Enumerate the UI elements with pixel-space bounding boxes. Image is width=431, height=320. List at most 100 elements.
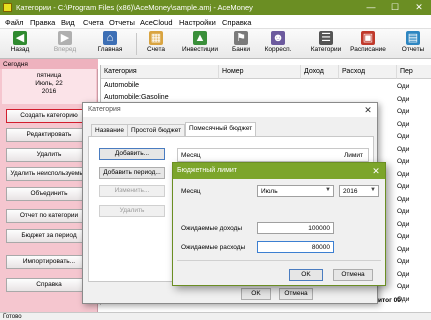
period-cell: Оди <box>397 245 410 253</box>
period-cell: Оди <box>397 258 410 265</box>
menu-help[interactable]: Справка <box>222 18 251 27</box>
period-cell: Оди <box>397 208 410 215</box>
bank-icon: ⚑ <box>234 31 248 45</box>
title-bar: Категории - C:\Program Files (x86)\AceMo… <box>0 0 431 15</box>
expected-income-field[interactable]: 100000 <box>257 222 334 234</box>
delete-category-button[interactable]: Удалить <box>6 148 92 162</box>
period-budget-button[interactable]: Бюджет за период <box>6 229 92 243</box>
table-row[interactable]: Automobile <box>101 82 431 93</box>
budget-grid-header: Месяц Лимит <box>177 148 369 162</box>
cancel-button[interactable]: Отмена <box>279 288 313 300</box>
accounts-icon: ▦ <box>149 31 163 45</box>
categories-icon: ☰ <box>319 31 333 45</box>
minimize-icon[interactable]: — <box>359 0 383 15</box>
back-arrow-icon: ◀ <box>13 31 27 45</box>
period-cell: Оди <box>397 83 410 90</box>
close-icon[interactable]: ✕ <box>369 164 383 178</box>
add-button[interactable]: Добавить... <box>99 148 165 160</box>
categories-button[interactable]: ☰ Категории <box>308 30 344 58</box>
today-header: Сегодня <box>0 59 98 69</box>
close-icon[interactable]: ✕ <box>407 0 431 15</box>
chevron-down-icon: ▼ <box>370 187 376 193</box>
col-period[interactable]: Пер <box>397 65 431 79</box>
category-report-button[interactable]: Отчет по категории <box>6 209 92 223</box>
ok-button[interactable]: OK <box>289 269 323 281</box>
merge-button[interactable]: Объединить <box>6 187 92 201</box>
menu-file[interactable]: Файл <box>5 18 23 27</box>
grid-limit-header: Лимит <box>344 152 363 159</box>
menu-edit[interactable]: Правка <box>30 18 55 27</box>
delete-unused-button[interactable]: Удалить неиспользуемые <box>6 167 92 181</box>
period-cell: Оди <box>397 233 410 240</box>
import-button[interactable]: Импортировать... <box>6 255 92 269</box>
banks-button[interactable]: ⚑ Банки <box>228 30 254 58</box>
period-cell: Оди <box>397 145 410 153</box>
dialog-title: Категория <box>83 103 377 117</box>
period-cell: Оди <box>397 195 410 203</box>
budget-limit-dialog: Бюджетный лимит ✕ Месяц Июль ▼ 2016 ▼ Ож… <box>172 162 386 286</box>
month-select[interactable]: Июль ▼ <box>257 185 334 197</box>
period-cell: Оди <box>397 270 410 278</box>
app-icon <box>3 3 12 12</box>
period-cell: Оди <box>397 120 410 128</box>
total-readout: итог 00 <box>378 297 401 304</box>
payees-icon: ☻ <box>271 31 285 45</box>
menu-bar: Файл Правка Вид Счета Отчеты AceCloud На… <box>0 15 431 29</box>
menu-settings[interactable]: Настройки <box>179 18 216 27</box>
total-value: 00 <box>393 297 401 304</box>
ok-button[interactable]: OK <box>241 288 271 300</box>
help-button[interactable]: Справка <box>6 278 92 292</box>
close-icon[interactable]: ✕ <box>362 104 374 116</box>
tab-name[interactable]: Название <box>91 124 129 136</box>
year-select[interactable]: 2016 ▼ <box>339 185 379 197</box>
status-bar: Готово <box>0 312 431 320</box>
accounts-button[interactable]: ▦ Счета <box>143 30 169 58</box>
date-box: пятница Июль, 22 2016 <box>2 69 96 104</box>
schedule-button[interactable]: ▣ Расписание <box>348 30 388 58</box>
grid-month-header: Месяц <box>181 152 201 159</box>
edit-category-button[interactable]: Редактировать <box>6 128 92 142</box>
period-cell: Оди <box>397 158 410 165</box>
col-category[interactable]: Категория <box>101 65 219 79</box>
col-expense[interactable]: Расход <box>339 65 397 79</box>
col-number[interactable]: Номер <box>219 65 301 79</box>
home-button[interactable]: ⌂ Главная <box>94 30 126 58</box>
cancel-button[interactable]: Отмена <box>333 269 373 281</box>
month-label: Месяц <box>181 188 201 195</box>
period-cell: Оди <box>397 170 410 178</box>
period-cell: Оди <box>397 133 410 140</box>
forward-button[interactable]: ▶ Вперед <box>48 30 82 58</box>
back-button[interactable]: ◀ Назад <box>6 30 34 58</box>
menu-acecloud[interactable]: AceCloud <box>140 18 173 27</box>
forward-arrow-icon: ▶ <box>58 31 72 45</box>
toolbar: ◀ Назад ▶ Вперед ⌂ Главная ▦ Счета ▲ Инв… <box>0 29 431 59</box>
total-label: итог <box>378 297 392 304</box>
dialog-title: Бюджетный лимит <box>173 163 385 179</box>
period-cell: Оди <box>397 95 410 103</box>
investments-button[interactable]: ▲ Инвестиции <box>178 30 222 58</box>
maximize-icon[interactable]: ☐ <box>383 0 407 15</box>
col-income[interactable]: Доход <box>301 65 339 79</box>
tab-simple-budget[interactable]: Простой бюджет <box>127 124 186 136</box>
payees-button[interactable]: ☻ Корресп. <box>261 30 295 58</box>
expected-expense-field[interactable]: 80000 <box>257 241 334 253</box>
period-cell: Оди <box>397 283 410 290</box>
tab-monthly-budget[interactable]: Помесячный бюджет <box>185 122 257 136</box>
reports-button[interactable]: ▤ Отчеты <box>398 30 428 58</box>
period-cell: Оди <box>397 183 410 190</box>
year: 2016 <box>41 88 57 95</box>
menu-accounts[interactable]: Счета <box>83 18 104 27</box>
investments-icon: ▲ <box>193 31 207 45</box>
delete-button[interactable]: Удалить <box>99 205 165 217</box>
expected-expense-label: Ожидаемые расходы <box>181 244 246 251</box>
period-cell: Оди <box>397 220 410 228</box>
menu-reports[interactable]: Отчеты <box>109 18 135 27</box>
menu-view[interactable]: Вид <box>61 18 75 27</box>
edit-button[interactable]: Изменить... <box>99 185 165 197</box>
add-period-button[interactable]: Добавить период... <box>99 167 165 179</box>
expected-income-label: Ожидаемые доходы <box>181 225 243 232</box>
year-select-value: 2016 <box>343 188 358 195</box>
status-text: Готово <box>3 314 22 320</box>
date-line: Июль, 22 <box>35 80 63 87</box>
create-category-button[interactable]: Создать категорию <box>6 109 92 123</box>
